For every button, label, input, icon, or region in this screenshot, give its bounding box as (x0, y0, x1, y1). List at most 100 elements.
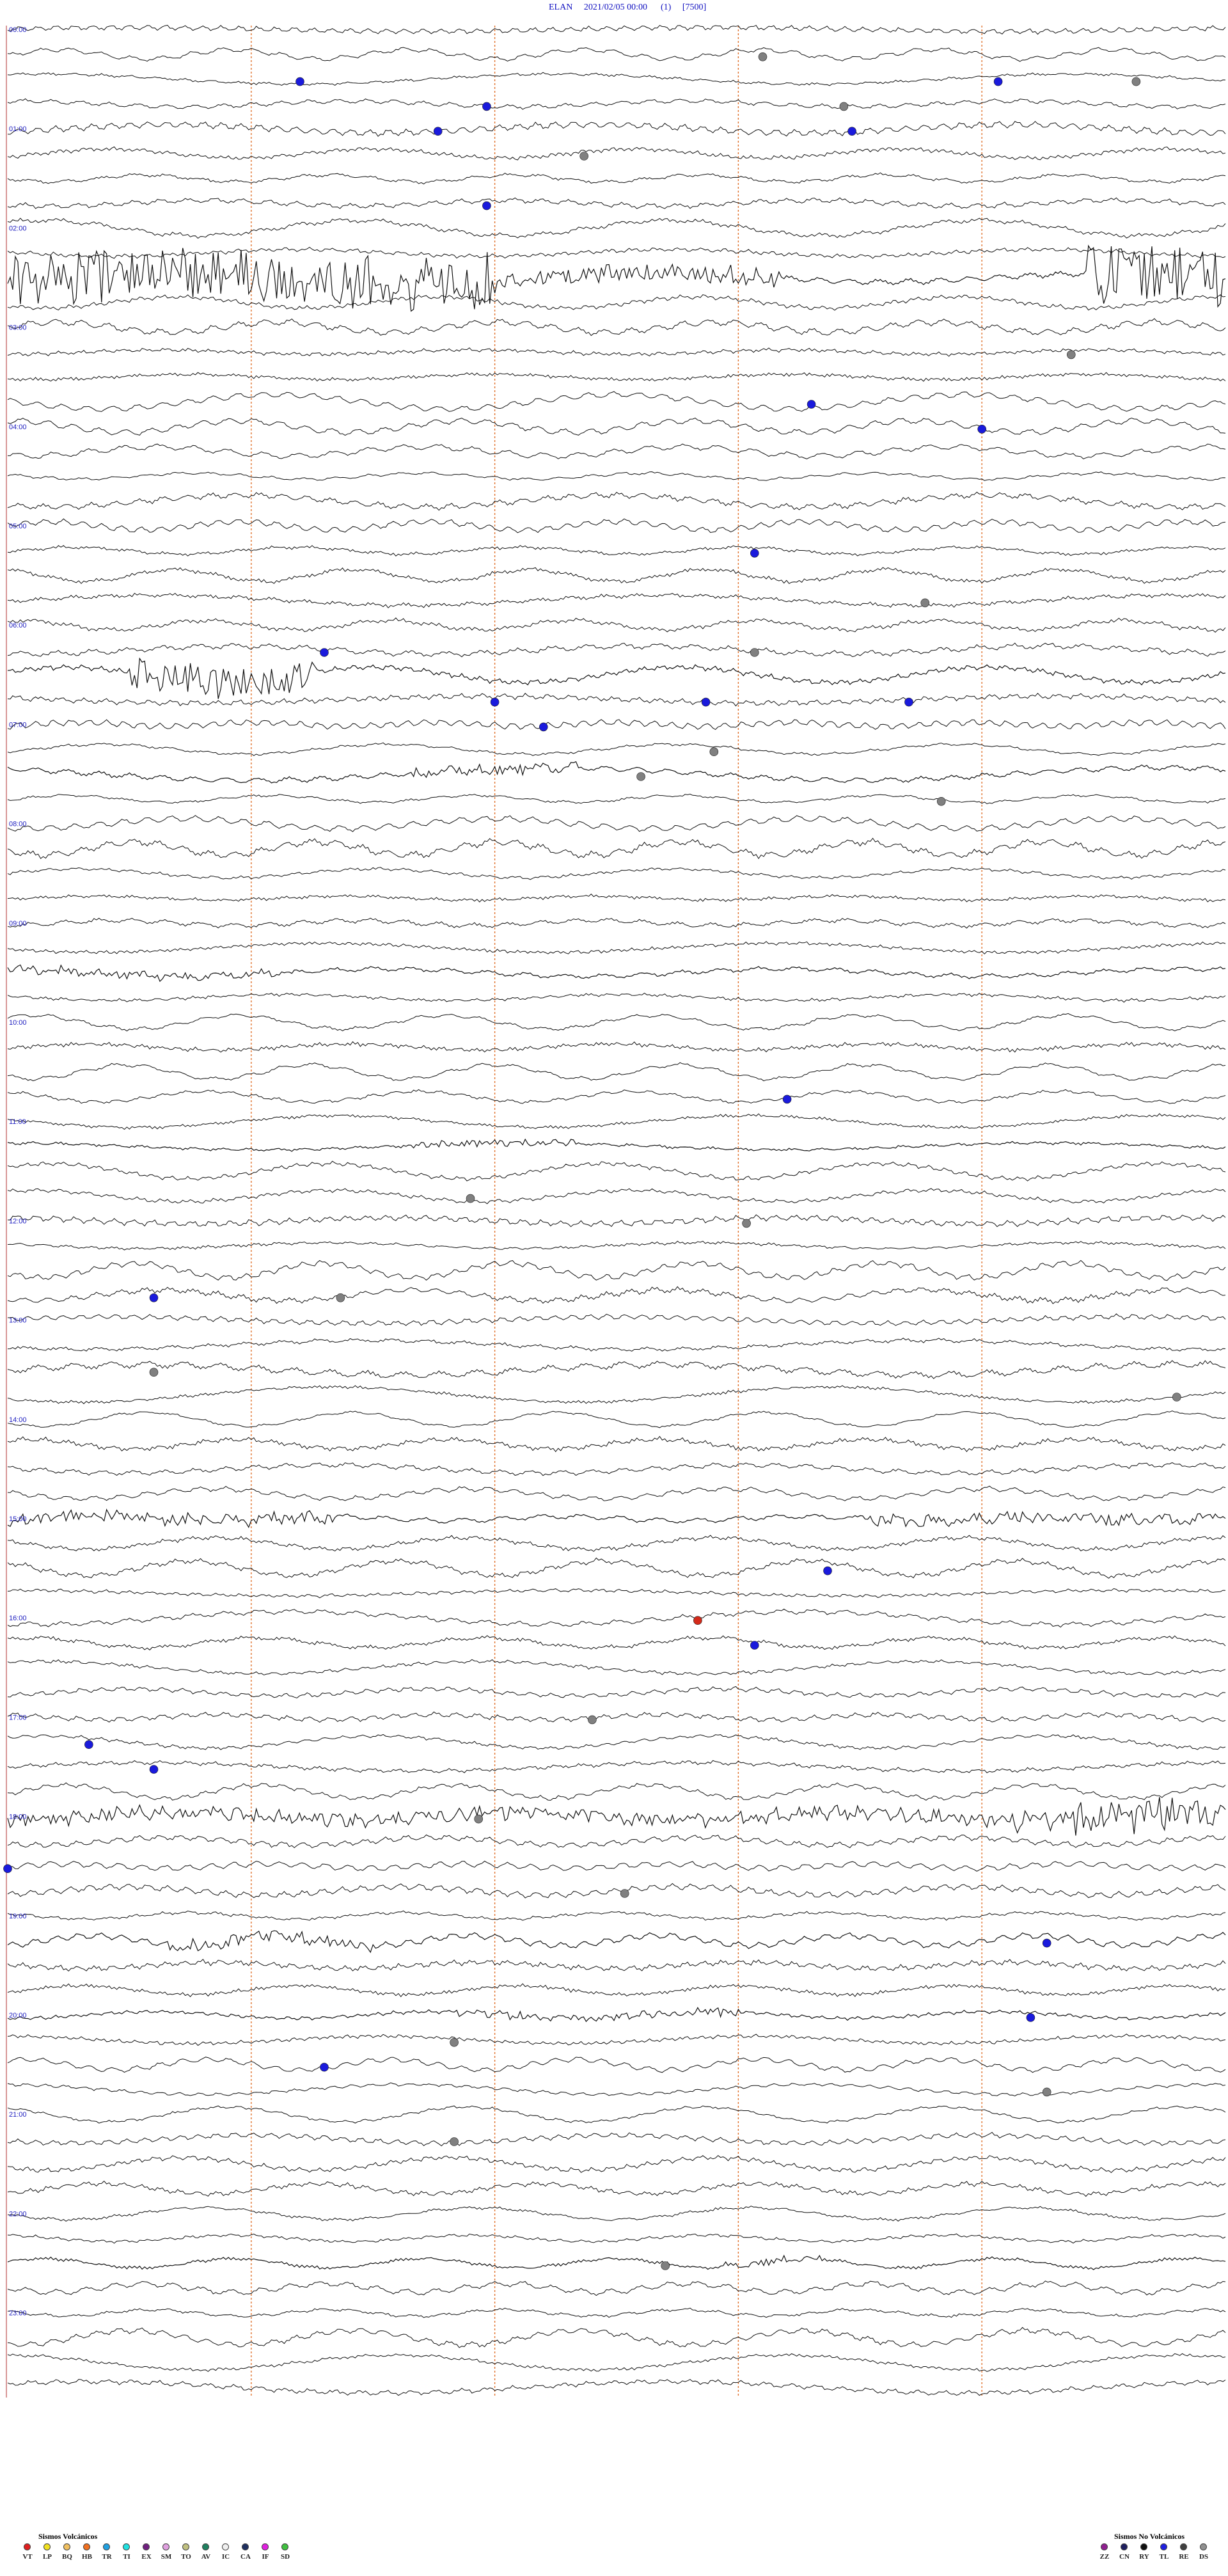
trace-line-29 (7, 742, 1226, 756)
event-marker[interactable] (701, 697, 711, 707)
trace-line-6 (7, 172, 1226, 185)
event-marker[interactable] (1042, 2087, 1051, 2097)
event-marker[interactable] (620, 1889, 629, 1898)
trace-line-80 (7, 2007, 1226, 2023)
hour-label: 22:00 (9, 2210, 27, 2218)
legend-code: TR (102, 2553, 112, 2561)
event-marker[interactable] (920, 598, 930, 608)
event-marker[interactable] (1026, 2013, 1035, 2022)
event-marker[interactable] (482, 201, 491, 210)
event-marker[interactable] (149, 1293, 159, 1302)
legend-item-ds: DS (1194, 2543, 1213, 2566)
event-marker[interactable] (936, 797, 946, 806)
legend-code: IC (221, 2553, 230, 2561)
hour-label: 08:00 (9, 821, 27, 828)
legend-code: TI (123, 2553, 130, 2561)
legend-code: SM (161, 2553, 172, 2561)
trace-line-78 (7, 1959, 1226, 1972)
trace-line-40 (7, 1013, 1226, 1032)
event-marker[interactable] (579, 152, 589, 161)
trace-line-68 (7, 1711, 1226, 1723)
trace-line-7 (7, 197, 1226, 209)
trace-line-8 (7, 217, 1226, 239)
event-marker[interactable] (320, 2062, 329, 2072)
trace-line-9 (7, 246, 1226, 259)
event-marker[interactable] (1172, 1393, 1181, 1402)
event-marker[interactable] (1067, 350, 1076, 360)
trace-line-31 (7, 793, 1226, 805)
event-marker[interactable] (588, 1715, 597, 1725)
legend-dot-icon (1180, 2543, 1187, 2550)
event-marker[interactable] (1131, 77, 1141, 86)
trace-line-71 (7, 1782, 1226, 1801)
event-marker[interactable] (3, 1864, 12, 1873)
event-marker[interactable] (750, 648, 759, 657)
hour-label: 12:00 (9, 1217, 27, 1225)
event-marker[interactable] (450, 2038, 459, 2047)
event-marker[interactable] (474, 1814, 484, 1824)
trace-line-14 (7, 372, 1226, 382)
trace-line-19 (7, 491, 1226, 511)
legend-code: ZZ (1099, 2553, 1110, 2561)
event-marker[interactable] (661, 2261, 670, 2270)
event-marker[interactable] (823, 1566, 832, 1576)
event-marker[interactable] (490, 697, 500, 707)
event-marker[interactable] (84, 1740, 93, 1749)
event-marker[interactable] (320, 648, 329, 657)
legend-item-av: AV (196, 2543, 216, 2566)
event-marker[interactable] (742, 1219, 751, 1228)
legend-item-hb: HB (77, 2543, 97, 2566)
event-marker[interactable] (977, 424, 986, 434)
trace-line-95 (7, 2378, 1226, 2396)
event-marker[interactable] (539, 722, 548, 732)
trace-line-67 (7, 1686, 1226, 1699)
event-marker[interactable] (758, 52, 767, 61)
event-marker[interactable] (693, 1616, 702, 1625)
legend-item-ex: EX (137, 2543, 156, 2566)
legend-dot-icon (83, 2543, 90, 2550)
hour-label: 18:00 (9, 1813, 27, 1821)
hour-label: 05:00 (9, 523, 27, 530)
trace-line-74 (7, 1860, 1226, 1872)
event-marker[interactable] (904, 697, 913, 707)
event-marker[interactable] (750, 1641, 759, 1650)
hour-label: 15:00 (9, 1515, 27, 1523)
trace-line-27 (7, 693, 1226, 707)
event-marker[interactable] (295, 77, 304, 86)
event-marker[interactable] (993, 77, 1003, 86)
trace-line-63 (7, 1588, 1226, 1599)
trace-line-91 (7, 2280, 1226, 2296)
legend-code: TL (1159, 2553, 1169, 2561)
event-marker[interactable] (750, 548, 759, 558)
legend-code: CN (1119, 2553, 1130, 2561)
event-marker[interactable] (847, 127, 856, 136)
event-marker[interactable] (466, 1194, 475, 1203)
event-marker[interactable] (636, 772, 645, 781)
event-marker[interactable] (336, 1293, 345, 1302)
legend-code: AV (201, 2553, 211, 2561)
trace-line-42 (7, 1062, 1226, 1082)
hour-labels: 00:00 01:00 02:00 03:00 04:00 05:00 06:00 07:00… (9, 26, 27, 2318)
trace-line-76 (7, 1910, 1226, 1921)
trace-line-21 (7, 545, 1226, 557)
event-marker[interactable] (482, 102, 491, 111)
legend-dot-icon (222, 2543, 229, 2550)
event-marker[interactable] (1042, 1938, 1051, 1948)
seismogram-plot: 00:00 01:00 02:00 03:00 04:00 05:00 06:00 07:00… (3, 24, 1226, 2398)
event-marker[interactable] (782, 1094, 792, 1104)
hour-label: 21:00 (9, 2111, 27, 2119)
event-marker[interactable] (839, 102, 849, 111)
trace-line-10 (7, 244, 1226, 312)
legend-dot-icon (63, 2543, 70, 2550)
trace-line-33 (7, 837, 1226, 860)
event-marker[interactable] (709, 747, 719, 756)
event-marker[interactable] (149, 1765, 159, 1774)
legend-dot-icon (262, 2543, 269, 2550)
hour-label: 10:00 (9, 1019, 27, 1027)
event-marker[interactable] (807, 400, 816, 409)
hour-label: 02:00 (9, 225, 27, 232)
event-marker[interactable] (433, 127, 443, 136)
event-marker[interactable] (149, 1368, 159, 1377)
trace-line-81 (7, 2034, 1226, 2046)
event-marker[interactable] (450, 2137, 459, 2146)
